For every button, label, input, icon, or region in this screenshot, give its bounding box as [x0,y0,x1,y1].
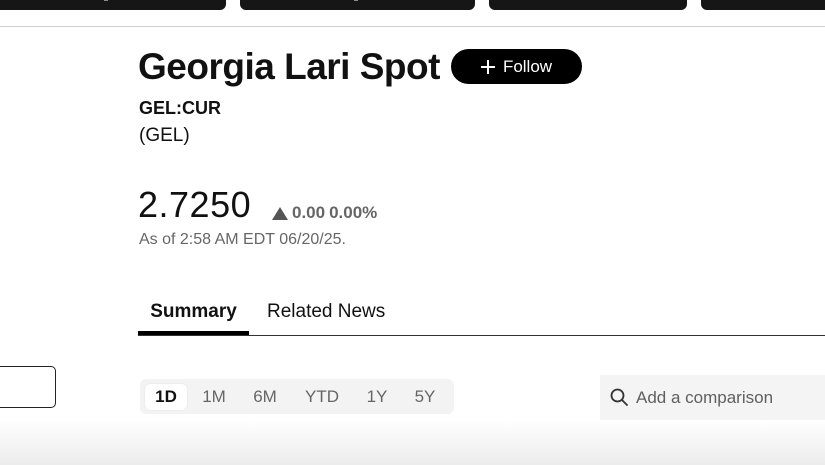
currency-code: (GEL) [139,125,190,146]
current-price: 2.7250 [138,184,252,225]
comparison-search [600,375,825,421]
change-percent: 0.00% [329,203,378,222]
content-fade [0,420,825,465]
nav-item-3[interactable] [489,0,687,10]
plus-icon [480,59,495,74]
range-1y-button[interactable]: 1Y [356,384,398,410]
range-5y-button[interactable]: 5Y [404,384,446,410]
page-title: Georgia Lari Spot [138,46,440,87]
tab-related-news[interactable]: Related News [267,300,385,324]
follow-button[interactable]: Follow [451,49,582,84]
tab-summary[interactable]: Summary [138,300,249,335]
left-cutoff-button[interactable]: s [0,366,56,408]
price-change: 0.00 0.00% [272,202,377,224]
timestamp: As of 2:58 AM EDT 06/20/25. [139,231,346,248]
range-1m-button[interactable]: 1M [193,384,235,410]
ticker-symbol: GEL:CUR [139,98,221,118]
tab-bar: Summary Related News [138,296,825,336]
page: Georgia Lari Spot Follow GEL:CUR (GEL) 2… [0,0,825,465]
range-6m-button[interactable]: 6M [244,384,286,410]
nav-item-2[interactable] [240,0,475,10]
change-value: 0.00 [292,203,326,222]
time-range-selector: 1D 1M 6M YTD 1Y 5Y [140,379,454,414]
range-1d-button[interactable]: 1D [145,384,187,410]
up-triangle-icon [272,206,288,220]
search-icon [610,388,628,406]
follow-label: Follow [502,56,553,76]
range-ytd-button[interactable]: YTD [301,384,343,410]
nav-item-1[interactable] [0,0,226,10]
top-navigation [0,0,825,27]
nav-indicator [354,0,358,1]
comparison-input[interactable] [636,386,825,410]
nav-item-4[interactable] [701,0,825,10]
nav-indicator [104,0,108,1]
